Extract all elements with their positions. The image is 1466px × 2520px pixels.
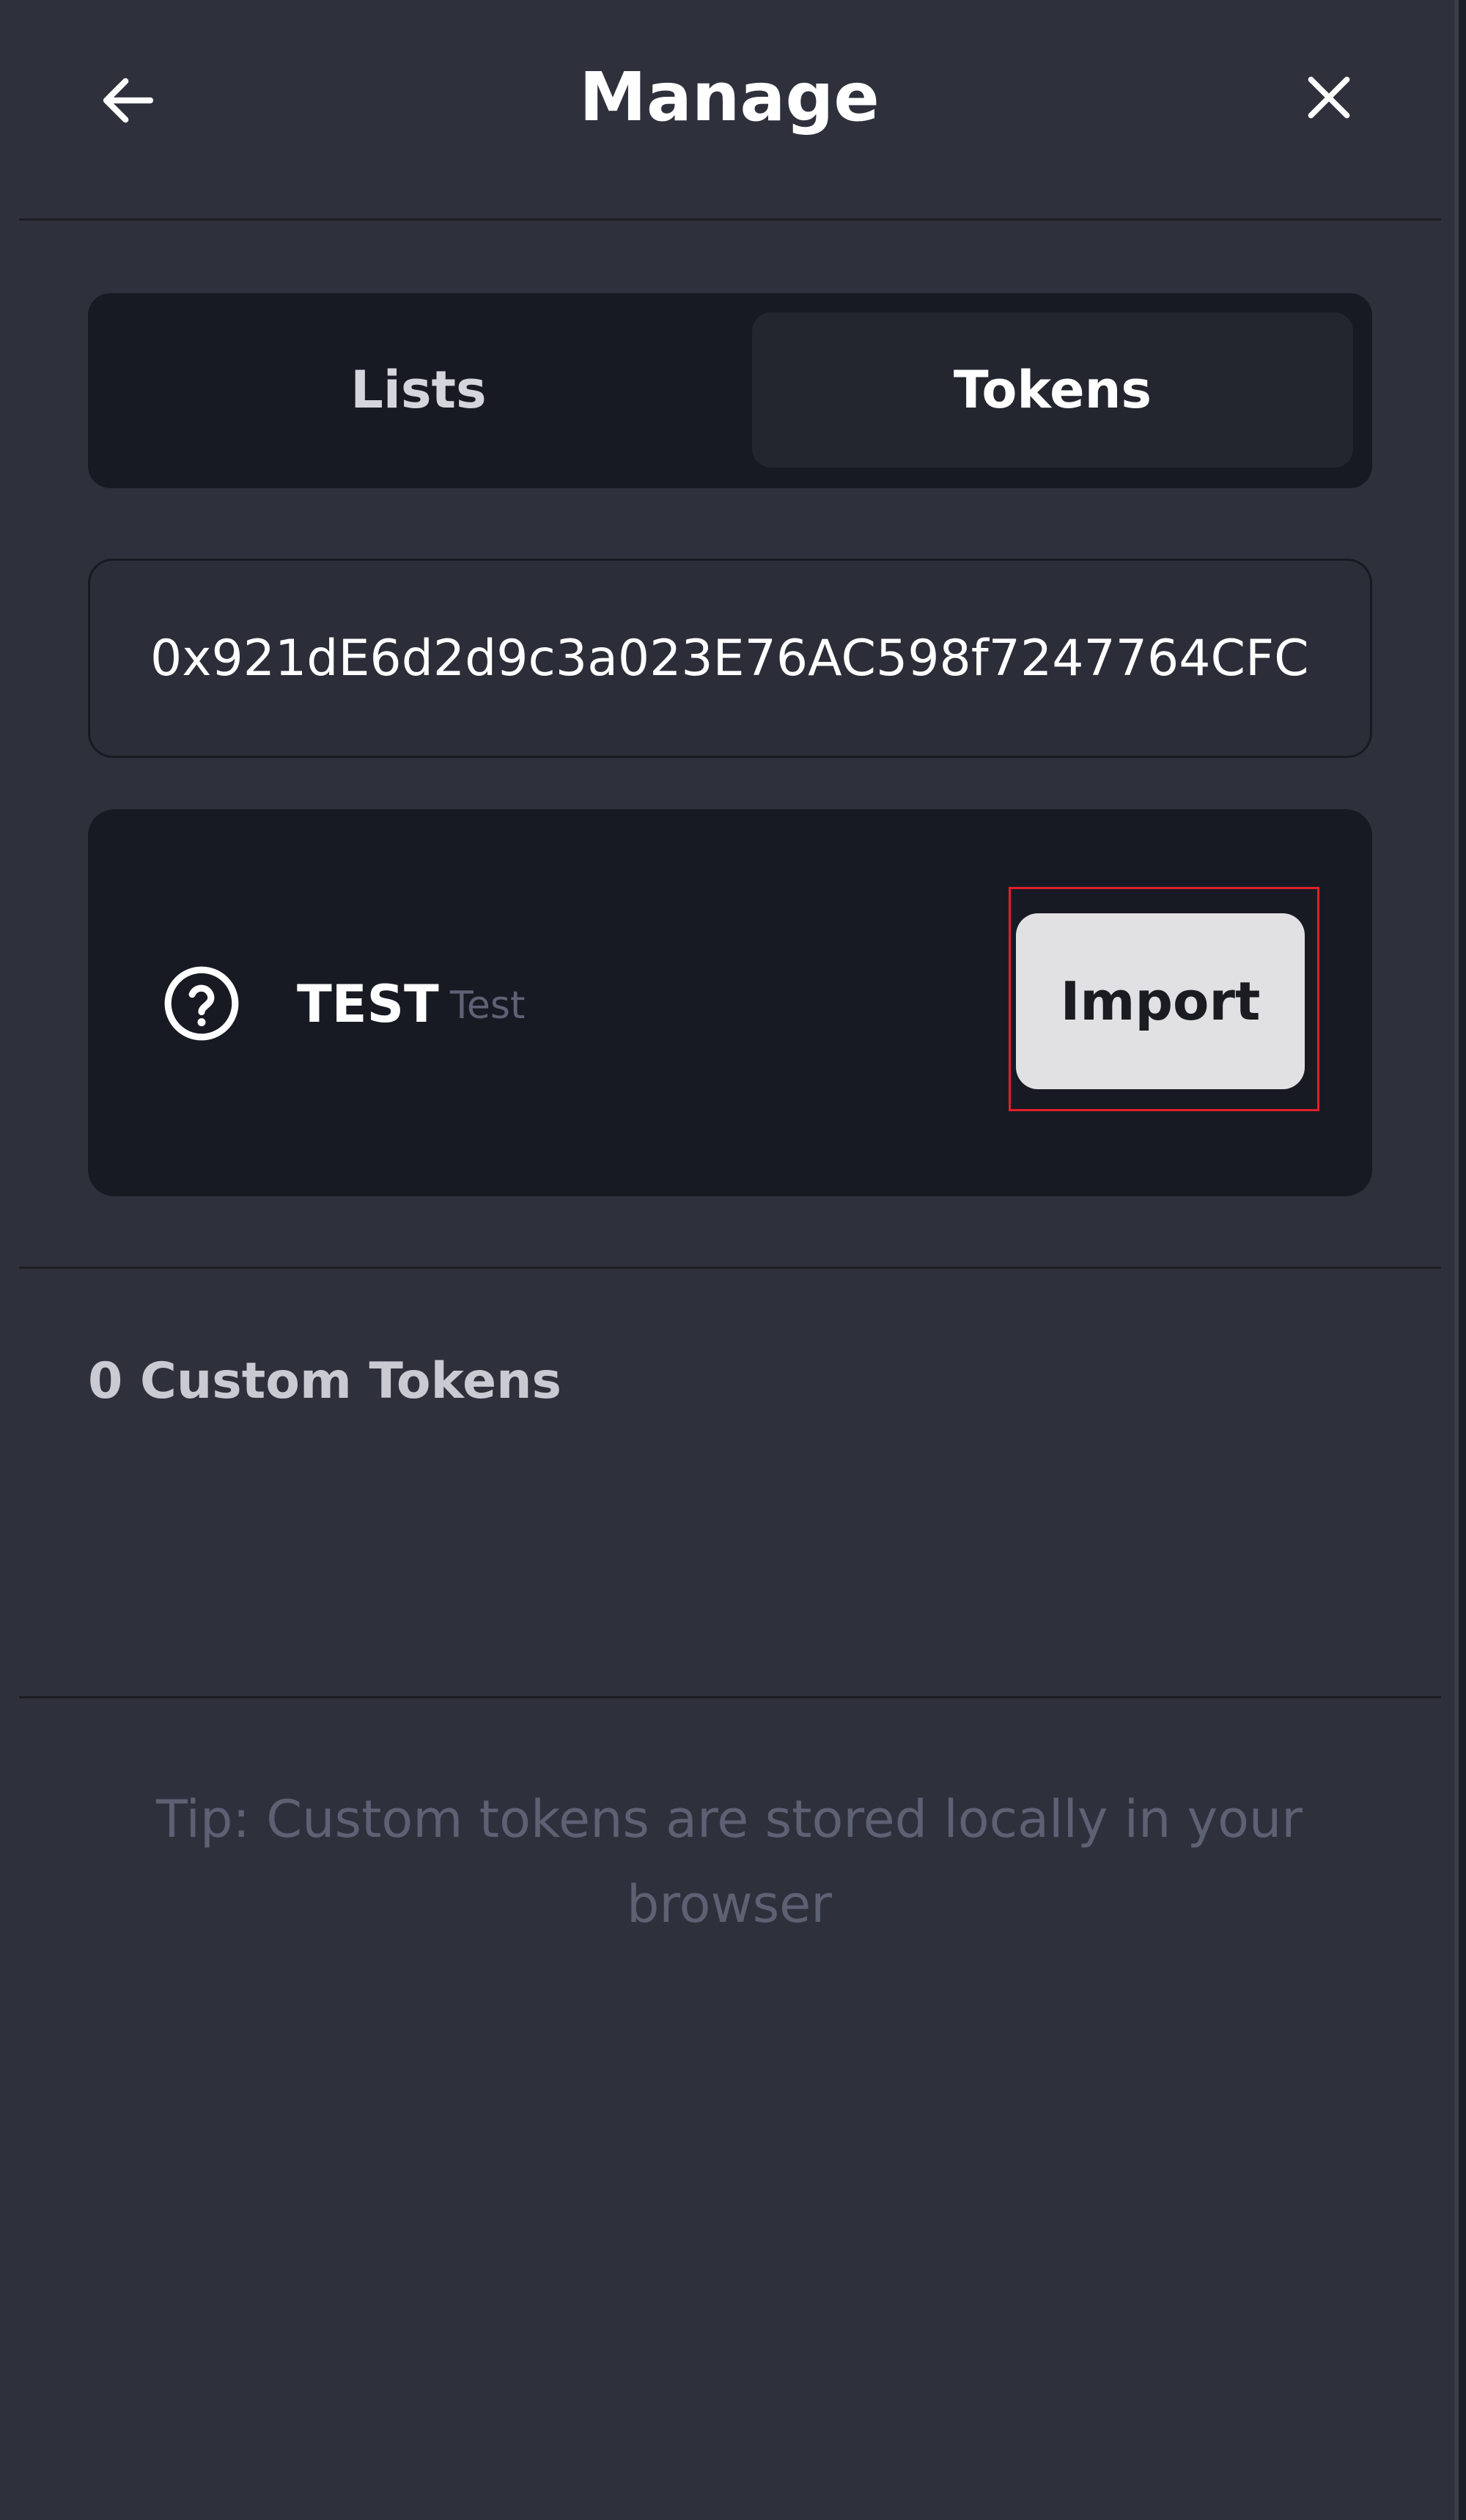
manage-modal: Manage Lists Tokens TEST Test Import 0 C…: [0, 0, 1459, 2520]
section-divider: [19, 1267, 1441, 1269]
tab-lists[interactable]: Lists: [107, 312, 730, 468]
tab-tokens[interactable]: Tokens: [752, 312, 1353, 468]
modal-header: Manage: [0, 0, 1454, 220]
question-circle-icon: [164, 966, 239, 1041]
token-symbol: TEST: [297, 974, 439, 1034]
tip-text: Tip: Custom tokens are stored locally in…: [155, 1789, 1303, 1934]
close-button[interactable]: [1296, 65, 1362, 130]
token-result-card: TEST Test Import: [88, 809, 1372, 1196]
header-divider: [19, 218, 1441, 221]
page-title: Manage: [579, 58, 880, 136]
close-icon: [1308, 76, 1350, 119]
tab-switcher: Lists Tokens: [88, 293, 1372, 488]
token-address-input[interactable]: [88, 559, 1372, 758]
custom-tokens-count: 0 Custom Tokens: [88, 1352, 561, 1410]
token-name: Test: [450, 984, 526, 1028]
import-button[interactable]: Import: [1016, 913, 1305, 1089]
footer-divider: [19, 1696, 1441, 1698]
